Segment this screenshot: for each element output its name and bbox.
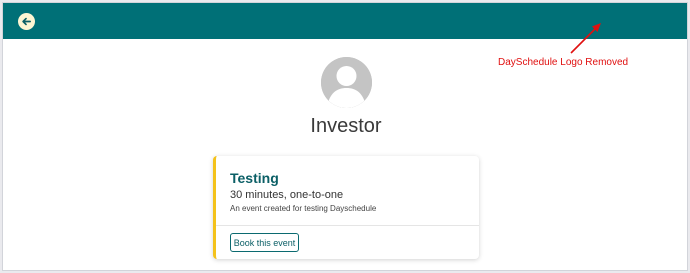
- event-title[interactable]: Testing: [230, 170, 279, 186]
- annotation-label: DaySchedule Logo Removed: [498, 57, 629, 68]
- user-avatar-icon: [321, 57, 372, 108]
- page-frame: Investor Testing 30 minutes, one-to-one …: [2, 2, 688, 271]
- host-name: Investor: [310, 115, 382, 137]
- event-description: An event created for testing Dayschedule: [230, 204, 377, 213]
- card-divider: [216, 225, 479, 226]
- arrow-left-icon: [22, 17, 31, 26]
- event-card[interactable]: Testing 30 minutes, one-to-one An event …: [213, 156, 479, 259]
- annotation-arrow-icon: [570, 23, 601, 54]
- book-event-button[interactable]: Book this event: [230, 233, 299, 252]
- host-avatar: [321, 57, 372, 108]
- back-button[interactable]: [18, 13, 35, 30]
- event-duration: 30 minutes, one-to-one: [230, 189, 344, 201]
